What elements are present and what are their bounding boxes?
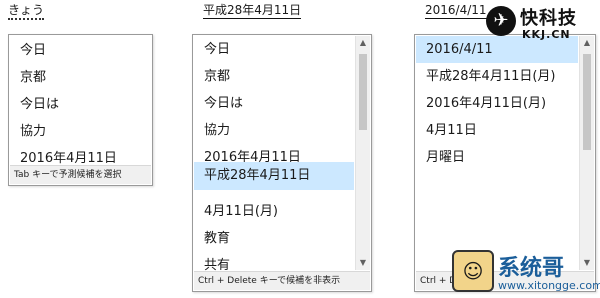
watermark-xitongge: ☺ 系统哥 www.xitongge.com [452, 248, 600, 296]
watermark-url: www.xitongge.com [498, 279, 600, 292]
scrollbar-thumb[interactable] [583, 54, 591, 150]
candidate-item[interactable]: 月曜日 [416, 144, 578, 171]
candidate-item[interactable]: 今日 [194, 36, 354, 63]
candidate-item[interactable]: 協力 [194, 117, 354, 144]
candidate-list-2: 今日 京都 今日は 協力 2016年4月11日 平成28年4月11日 4月11日… [192, 34, 372, 292]
candidate-list-1: 今日 京都 今日は 協力 2016年4月11日 Tab キーで予測候補を選択 [8, 34, 153, 186]
candidate-item[interactable]: 4月11日 [416, 117, 578, 144]
candidate-item[interactable]: 教育 [194, 225, 354, 252]
scrollbar[interactable]: ▲ ▼ [579, 36, 594, 270]
candidate-item[interactable]: 今日は [10, 91, 151, 118]
candidate-item[interactable]: 今日は [194, 90, 354, 117]
mascot-face-icon: ☺ [452, 250, 494, 292]
scrollbar-thumb[interactable] [359, 54, 367, 130]
composition-text-3: 2016/4/11 [425, 3, 487, 19]
watermark-kkj: ✈ 快科技 KKJ.CN [486, 2, 594, 48]
candidate-item[interactable]: 京都 [194, 63, 354, 90]
candidate-item[interactable]: 4月11日(月) [194, 198, 354, 225]
candidate-item-selected[interactable]: 平成28年4月11日 [194, 162, 354, 190]
candidate-hint-footer: Ctrl + Delete キーで候補を非表示 [194, 271, 370, 290]
candidate-item[interactable]: 今日 [10, 37, 151, 64]
scroll-down-arrow-icon[interactable]: ▼ [356, 256, 370, 270]
watermark-title: 系统哥 [498, 256, 565, 281]
bird-logo-icon: ✈ [486, 6, 516, 36]
candidate-hint-footer: Tab キーで予測候補を選択 [10, 165, 151, 184]
scroll-up-arrow-icon[interactable]: ▲ [356, 36, 370, 50]
candidate-item[interactable]: 平成28年4月11日(月) [416, 63, 578, 90]
scrollbar[interactable]: ▲ ▼ [355, 36, 370, 270]
candidate-item[interactable]: 2016年4月11日(月) [416, 90, 578, 117]
composition-text-1: きょう [8, 2, 45, 20]
composition-text-2: 平成28年4月11日 [203, 3, 302, 19]
candidate-item[interactable]: 協力 [10, 118, 151, 145]
watermark-subtitle: KKJ.CN [522, 28, 571, 41]
watermark-title: 快科技 [520, 8, 577, 29]
candidate-item[interactable]: 京都 [10, 64, 151, 91]
